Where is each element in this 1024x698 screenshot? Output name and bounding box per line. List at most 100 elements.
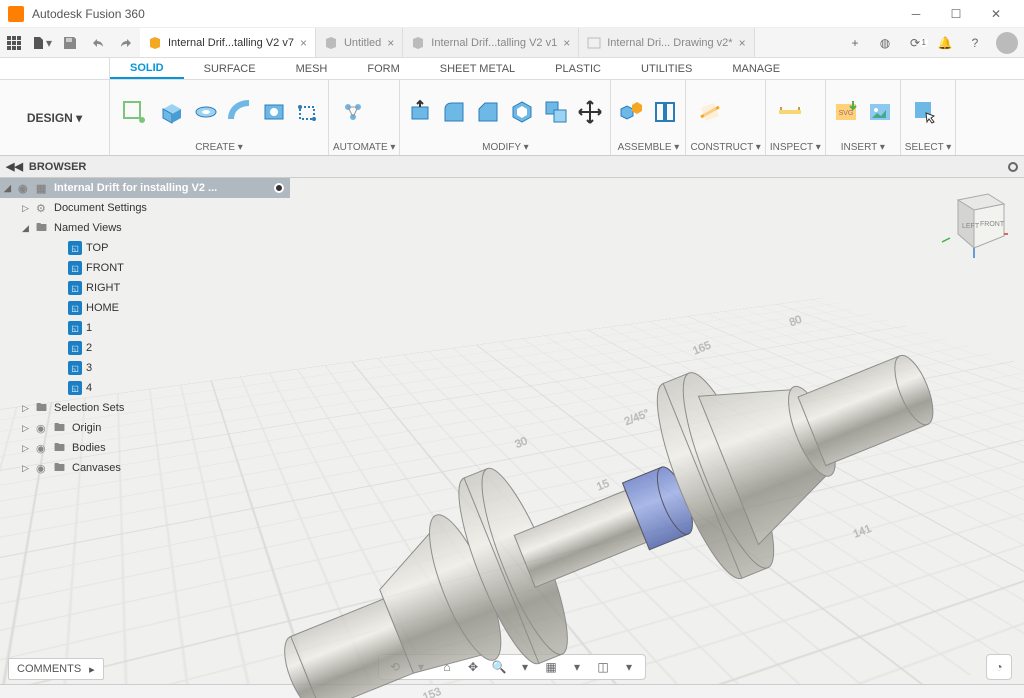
group-label-construct[interactable]: CONSTRUCT ▾ bbox=[690, 142, 760, 155]
group-label-inspect[interactable]: INSPECT ▾ bbox=[770, 142, 821, 155]
svg-text:SVG: SVG bbox=[838, 110, 853, 117]
user-avatar[interactable] bbox=[996, 32, 1018, 54]
comments-expand-icon: ▸ bbox=[89, 663, 95, 676]
file-menu-icon[interactable]: ▾ bbox=[28, 28, 56, 57]
help-icon[interactable]: ? bbox=[960, 36, 990, 50]
comments-label: COMMENTS bbox=[17, 663, 81, 675]
group-label-create[interactable]: CREATE ▾ bbox=[114, 142, 324, 155]
group-label-select[interactable]: SELECT ▾ bbox=[905, 142, 952, 155]
new-tab-icon[interactable]: + bbox=[840, 36, 870, 50]
doc-tab-label: Internal Drif...talling V2 v7 bbox=[168, 37, 294, 49]
svg-text:80: 80 bbox=[788, 313, 804, 329]
app-title: Autodesk Fusion 360 bbox=[32, 7, 896, 21]
mode-tab-utilities[interactable]: UTILITIES bbox=[621, 58, 712, 79]
mode-tab-mesh[interactable]: MESH bbox=[276, 58, 348, 79]
chamfer-icon[interactable] bbox=[472, 96, 504, 128]
window-maximize[interactable]: ☐ bbox=[936, 0, 976, 28]
shell-icon[interactable] bbox=[506, 96, 538, 128]
select-icon[interactable] bbox=[905, 92, 945, 132]
svg-text:2/45°: 2/45° bbox=[623, 407, 651, 428]
tab-close-icon[interactable]: × bbox=[563, 36, 570, 50]
browser-view-2[interactable]: ◱2 bbox=[0, 338, 290, 358]
automate-icon[interactable] bbox=[333, 92, 373, 132]
tab-close-icon[interactable]: × bbox=[739, 36, 746, 50]
revolve-icon[interactable] bbox=[190, 96, 222, 128]
group-label-automate[interactable]: AUTOMATE ▾ bbox=[333, 142, 395, 155]
save-icon[interactable] bbox=[56, 28, 84, 57]
browser-view-3[interactable]: ◱3 bbox=[0, 358, 290, 378]
browser-root[interactable]: ◢◉▦ Internal Drift for installing V2 ... bbox=[0, 178, 290, 198]
view-cube[interactable]: LEFT FRONT bbox=[938, 188, 1008, 258]
svg-text:153: 153 bbox=[421, 686, 443, 698]
doc-tab-3[interactable]: Internal Dri... Drawing v2* × bbox=[579, 28, 754, 57]
window-close[interactable]: ✕ bbox=[976, 0, 1016, 28]
box-icon[interactable] bbox=[292, 96, 324, 128]
browser-origin[interactable]: ▷◉🖿Origin bbox=[0, 418, 290, 438]
svg-text:30: 30 bbox=[513, 435, 529, 451]
sweep-icon[interactable] bbox=[224, 96, 256, 128]
mode-tab-manage[interactable]: MANAGE bbox=[712, 58, 800, 79]
browser-root-label: Internal Drift for installing V2 ... bbox=[54, 182, 217, 194]
insert-image-icon[interactable] bbox=[864, 96, 896, 128]
sketch-icon[interactable] bbox=[114, 92, 154, 132]
browser-bodies[interactable]: ▷◉🖿Bodies bbox=[0, 438, 290, 458]
job-status-icon[interactable]: ⟳1 bbox=[900, 36, 930, 50]
joint-icon[interactable] bbox=[649, 96, 681, 128]
browser-options-icon[interactable] bbox=[1008, 162, 1018, 172]
tab-close-icon[interactable]: × bbox=[387, 36, 394, 50]
extensions-icon[interactable]: ◍ bbox=[870, 36, 900, 50]
move-icon[interactable] bbox=[574, 96, 606, 128]
browser-title: BROWSER bbox=[29, 161, 86, 173]
snap-toggle-icon[interactable]: ◔ bbox=[986, 654, 1012, 680]
workspace-switcher[interactable]: DESIGN ▾ bbox=[0, 80, 110, 155]
mode-tab-solid[interactable]: SOLID bbox=[110, 58, 184, 79]
mode-tab-sheetmetal[interactable]: SHEET METAL bbox=[420, 58, 535, 79]
browser-collapse-icon[interactable]: ◀◀ bbox=[6, 160, 23, 173]
undo-icon[interactable] bbox=[84, 28, 112, 57]
app-logo bbox=[8, 6, 24, 22]
construct-icon[interactable] bbox=[690, 92, 730, 132]
doc-tab-label: Internal Drif...talling V2 v1 bbox=[431, 37, 557, 49]
mode-tab-plastic[interactable]: PLASTIC bbox=[535, 58, 621, 79]
comments-panel-toggle[interactable]: COMMENTS ▸ bbox=[8, 658, 104, 680]
hole-icon[interactable] bbox=[258, 96, 290, 128]
doc-tab-0[interactable]: Internal Drif...talling V2 v7 × bbox=[140, 28, 316, 57]
group-label-insert[interactable]: INSERT ▾ bbox=[830, 142, 896, 155]
browser-view-4[interactable]: ◱4 bbox=[0, 378, 290, 398]
window-minimize[interactable]: ─ bbox=[896, 0, 936, 28]
fillet-icon[interactable] bbox=[438, 96, 470, 128]
group-label-modify[interactable]: MODIFY ▾ bbox=[404, 142, 606, 155]
browser-canvases[interactable]: ▷◉🖿Canvases bbox=[0, 458, 290, 478]
viewcube-front-label: FRONT bbox=[980, 221, 1005, 228]
job-status-badge: 1 bbox=[920, 38, 928, 47]
mode-tab-form[interactable]: FORM bbox=[347, 58, 419, 79]
browser-view-top[interactable]: ◱TOP bbox=[0, 238, 290, 258]
pressextrude-icon[interactable] bbox=[404, 96, 436, 128]
group-label-assemble[interactable]: ASSEMBLE ▾ bbox=[615, 142, 681, 155]
browser-view-1[interactable]: ◱1 bbox=[0, 318, 290, 338]
browser-panel: ◢◉▦ Internal Drift for installing V2 ...… bbox=[0, 178, 290, 478]
doc-tab-2[interactable]: Internal Drif...talling V2 v1 × bbox=[403, 28, 579, 57]
fusion-drawing-icon bbox=[587, 36, 601, 50]
browser-doc-settings[interactable]: ▷⚙Document Settings bbox=[0, 198, 290, 218]
combine-icon[interactable] bbox=[540, 96, 572, 128]
redo-icon[interactable] bbox=[112, 28, 140, 57]
browser-named-views[interactable]: ◢🖿Named Views bbox=[0, 218, 290, 238]
viewport[interactable]: 30 2/45° 165 80 153 15 141 30 25 2/45° ◢… bbox=[0, 178, 1024, 698]
app-grid-icon[interactable] bbox=[0, 28, 28, 57]
extrude-icon[interactable] bbox=[156, 96, 188, 128]
browser-view-front[interactable]: ◱FRONT bbox=[0, 258, 290, 278]
inspect-icon[interactable] bbox=[770, 92, 810, 132]
notifications-icon[interactable]: 🔔 bbox=[930, 36, 960, 50]
mode-tab-surface[interactable]: SURFACE bbox=[184, 58, 276, 79]
doc-tab-label: Internal Dri... Drawing v2* bbox=[607, 37, 732, 49]
tab-close-icon[interactable]: × bbox=[300, 36, 307, 50]
doc-tab-1[interactable]: Untitled × bbox=[316, 28, 403, 57]
insert-svg-icon[interactable]: SVG bbox=[830, 96, 862, 128]
model-preview: 30 2/45° 165 80 153 15 141 30 25 2/45° bbox=[180, 298, 980, 698]
browser-selection-sets[interactable]: ▷🖿Selection Sets bbox=[0, 398, 290, 418]
assemble-icon[interactable] bbox=[615, 96, 647, 128]
viewcube-left-label: LEFT bbox=[962, 223, 980, 230]
browser-view-right[interactable]: ◱RIGHT bbox=[0, 278, 290, 298]
browser-view-home[interactable]: ◱HOME bbox=[0, 298, 290, 318]
